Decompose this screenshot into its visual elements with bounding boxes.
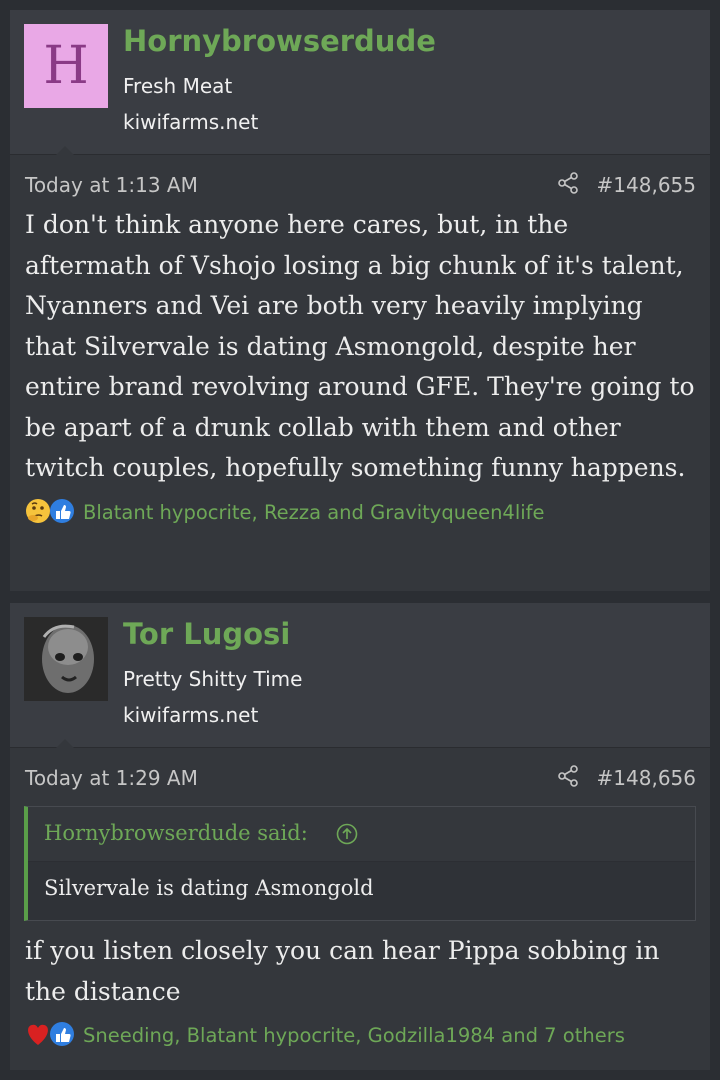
reaction-users[interactable]: Sneeding, Blatant hypocrite, Godzilla198…: [83, 1024, 625, 1047]
avatar[interactable]: [24, 617, 108, 701]
post-timestamp[interactable]: Today at 1:13 AM: [25, 173, 198, 197]
username[interactable]: Hornybrowserdude: [123, 24, 436, 58]
reaction-users[interactable]: Blatant hypocrite, Rezza and Gravityquee…: [83, 501, 545, 524]
thinking-emoji-icon: [26, 498, 50, 523]
user-title: Fresh Meat: [123, 74, 233, 98]
reaction-icons[interactable]: [24, 497, 88, 525]
like-thumb-icon: [50, 1022, 74, 1046]
quote-header[interactable]: Hornybrowserdude said:: [28, 807, 695, 862]
post-body: Today at 1:29 AM #148,656 Hornybrowserdu…: [10, 739, 710, 1070]
reactions-bar[interactable]: Sneeding, Blatant hypocrite, Godzilla198…: [10, 1012, 710, 1056]
post-meta: Today at 1:13 AM #148,655: [10, 155, 710, 205]
heart-icon: [28, 1024, 48, 1045]
share-icon[interactable]: [556, 171, 580, 195]
share-icon[interactable]: [556, 764, 580, 788]
user-title: Pretty Shitty Time: [123, 667, 303, 691]
user-caret: [56, 146, 74, 155]
reactions-bar[interactable]: Blatant hypocrite, Rezza and Gravityquee…: [10, 489, 710, 533]
post-message: I don't think anyone here cares, but, in…: [25, 210, 695, 482]
user-caret: [56, 739, 74, 748]
like-thumb-icon: [50, 498, 74, 523]
post: H Hornybrowserdude Fresh Meat kiwifarms.…: [10, 10, 710, 591]
post-body: Today at 1:13 AM #148,655 I don't think …: [10, 146, 710, 591]
post-user-info: Tor Lugosi Pretty Shitty Time kiwifarms.…: [10, 603, 710, 747]
quote-text: Silvervale is dating Asmongold: [28, 862, 695, 920]
quote-author[interactable]: Hornybrowserdude said:: [44, 821, 308, 845]
post-message: if you listen closely you can hear Pippa…: [25, 936, 660, 1006]
avatar[interactable]: H: [24, 24, 108, 108]
username[interactable]: Tor Lugosi: [123, 617, 290, 651]
post-timestamp[interactable]: Today at 1:29 AM: [25, 766, 198, 790]
post-number-link[interactable]: #148,656: [597, 766, 696, 790]
user-site: kiwifarms.net: [123, 110, 259, 134]
arrow-up-circle-icon[interactable]: [336, 823, 358, 845]
post-meta: Today at 1:29 AM #148,656: [10, 748, 710, 798]
post: Tor Lugosi Pretty Shitty Time kiwifarms.…: [10, 603, 710, 1070]
post-number-link[interactable]: #148,655: [597, 173, 696, 197]
post-user-info: H Hornybrowserdude Fresh Meat kiwifarms.…: [10, 10, 710, 154]
reaction-icons[interactable]: [24, 1020, 88, 1048]
quote-block: Hornybrowserdude said: Silvervale is dat…: [24, 806, 696, 921]
quote-content: Silvervale is dating Asmongold: [44, 876, 374, 900]
user-site: kiwifarms.net: [123, 703, 259, 727]
